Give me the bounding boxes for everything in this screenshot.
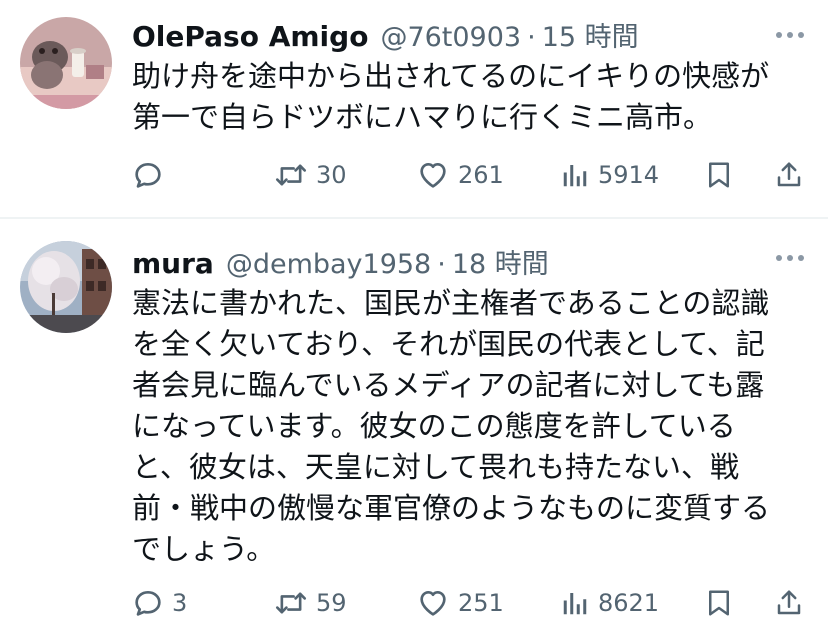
tweet-text-line: 助け舟を途中から出されてるのにイキりの快感が <box>132 59 770 93</box>
more-icon[interactable] <box>776 255 804 261</box>
tweet-text: 憲法に書かれた、国民が主権者であることの認識 を全く欠いており、それが国民の代表… <box>132 283 802 570</box>
tweet[interactable]: mura @dembay1958 · 18 時間 憲法に書かれた、国民が主権者で… <box>0 219 828 640</box>
tweet-header: mura @dembay1958 · 18 時間 <box>132 242 549 281</box>
avatar[interactable] <box>20 241 112 333</box>
heart-icon <box>420 163 446 188</box>
more-icon[interactable] <box>776 32 804 38</box>
share-button[interactable] <box>774 155 804 195</box>
repost-icon <box>275 164 307 186</box>
reply-button[interactable]: 3 <box>132 583 187 623</box>
like-button[interactable]: 251 <box>416 583 504 623</box>
repost-icon <box>275 592 307 614</box>
tweet-text-line: でしょう。 <box>132 532 276 566</box>
author-name[interactable]: OlePaso Amigo <box>132 20 368 53</box>
bookmark-icon <box>709 590 729 616</box>
views-icon <box>563 593 587 615</box>
author-name[interactable]: mura <box>132 247 214 280</box>
views-button[interactable]: 5914 <box>560 155 659 195</box>
separator-dot: · <box>527 22 536 53</box>
tweet[interactable]: OlePaso Amigo @76t0903 · 15 時間 助け舟を途中から出… <box>0 0 828 218</box>
repost-button[interactable]: 30 <box>274 155 347 195</box>
share-icon <box>777 162 801 187</box>
tweet-text-line: 第一で自らドツボにハマりに行くミニ高市。 <box>132 100 713 134</box>
bookmark-button[interactable] <box>704 583 734 623</box>
tweet-text-line: と、彼女は、天皇に対して畏れも持たない、戦 <box>132 450 739 484</box>
like-count: 251 <box>458 589 504 617</box>
reply-count: 3 <box>172 589 188 617</box>
bookmark-button[interactable] <box>704 155 734 195</box>
bookmark-icon <box>709 162 729 188</box>
avatar[interactable] <box>20 17 112 109</box>
tweet-header: OlePaso Amigo @76t0903 · 15 時間 <box>132 15 639 54</box>
author-handle[interactable]: @dembay1958 <box>226 249 431 280</box>
reply-icon <box>135 591 161 616</box>
reply-icon <box>135 163 161 188</box>
share-button[interactable] <box>774 583 804 623</box>
tweet-text-line: になっています。彼女のこの態度を許している <box>132 409 736 443</box>
reply-button[interactable] <box>132 155 172 195</box>
separator-dot: · <box>437 249 446 280</box>
views-count: 5914 <box>598 161 660 189</box>
tweet-text-line: 者会見に臨んでいるメディアの記者に対しても露 <box>132 368 765 402</box>
like-count: 261 <box>458 161 504 189</box>
action-bar: 30 261 5914 <box>132 155 812 195</box>
share-icon <box>777 590 801 615</box>
views-button[interactable]: 8621 <box>560 583 659 623</box>
like-button[interactable]: 261 <box>416 155 504 195</box>
author-handle[interactable]: @76t0903 <box>380 22 521 53</box>
action-bar: 3 59 251 8621 <box>132 583 812 623</box>
repost-count: 59 <box>316 589 347 617</box>
views-icon <box>563 165 587 187</box>
repost-count: 30 <box>316 161 347 189</box>
tweet-text: 助け舟を途中から出されてるのにイキりの快感が 第一で自らドツボにハマりに行くミニ… <box>132 56 802 138</box>
timestamp[interactable]: 15 時間 <box>542 15 639 54</box>
tweet-text-line: を全く欠いており、それが国民の代表として、記 <box>132 327 765 361</box>
heart-icon <box>420 591 446 616</box>
tweet-text-line: 前・戦中の傲慢な軍官僚のようなものに変質する <box>132 491 771 525</box>
views-count: 8621 <box>598 589 660 617</box>
repost-button[interactable]: 59 <box>274 583 347 623</box>
timestamp[interactable]: 18 時間 <box>452 242 549 281</box>
tweet-text-line: 憲法に書かれた、国民が主権者であることの認識 <box>132 286 770 320</box>
